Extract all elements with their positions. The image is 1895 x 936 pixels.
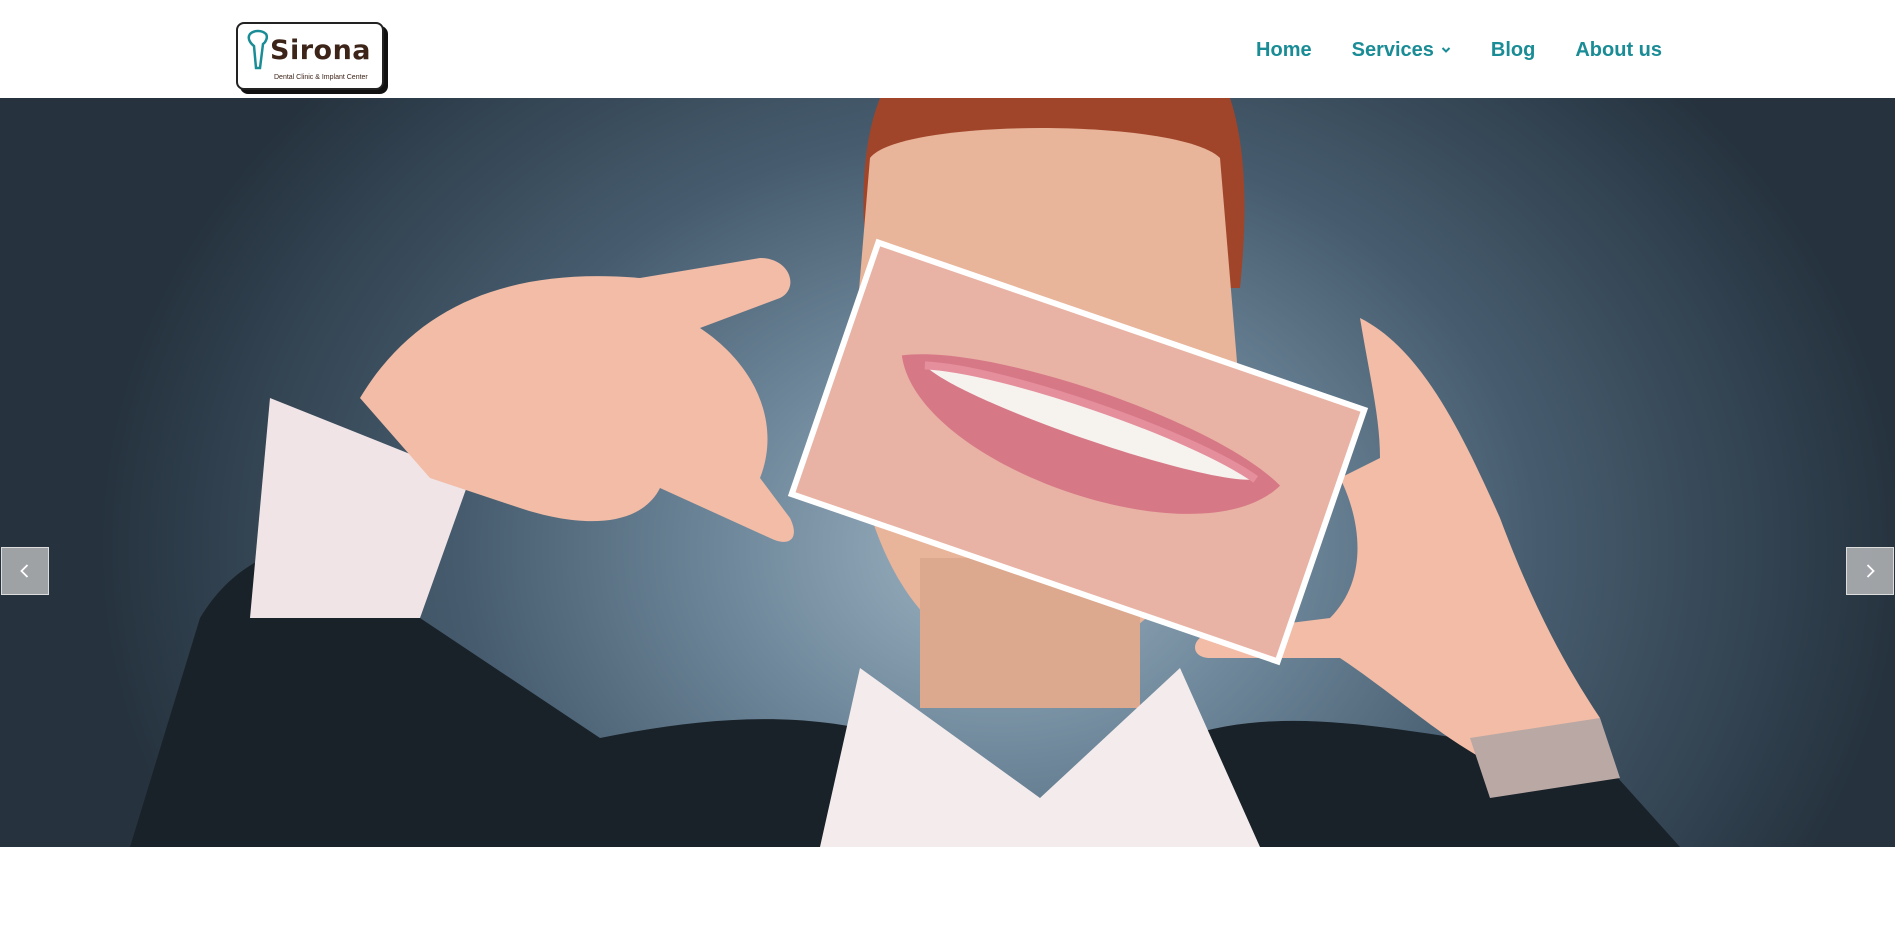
logo-tagline: Dental Clinic & Implant Center	[274, 74, 368, 81]
slider-next-button[interactable]	[1846, 547, 1894, 595]
site-header: Sirona Dental Clinic & Implant Center Ho…	[0, 0, 1895, 98]
chevron-left-icon	[20, 564, 29, 578]
tooth-icon	[247, 29, 269, 70]
chevron-right-icon	[1866, 564, 1875, 578]
chevron-down-icon	[1441, 47, 1451, 53]
nav-home[interactable]: Home	[1256, 38, 1312, 62]
nav-services[interactable]: Services	[1352, 38, 1451, 62]
site-logo[interactable]: Sirona Dental Clinic & Implant Center	[236, 22, 384, 90]
main-nav: Home Services Blog About us	[1256, 38, 1662, 62]
nav-services-label: Services	[1351, 39, 1434, 61]
hero-slider	[0, 98, 1895, 847]
nav-blog[interactable]: Blog	[1491, 38, 1535, 62]
hero-image	[130, 98, 1680, 847]
slider-prev-button[interactable]	[1, 547, 49, 595]
nav-about[interactable]: About us	[1575, 38, 1662, 62]
logo-name: Sirona	[270, 35, 372, 66]
